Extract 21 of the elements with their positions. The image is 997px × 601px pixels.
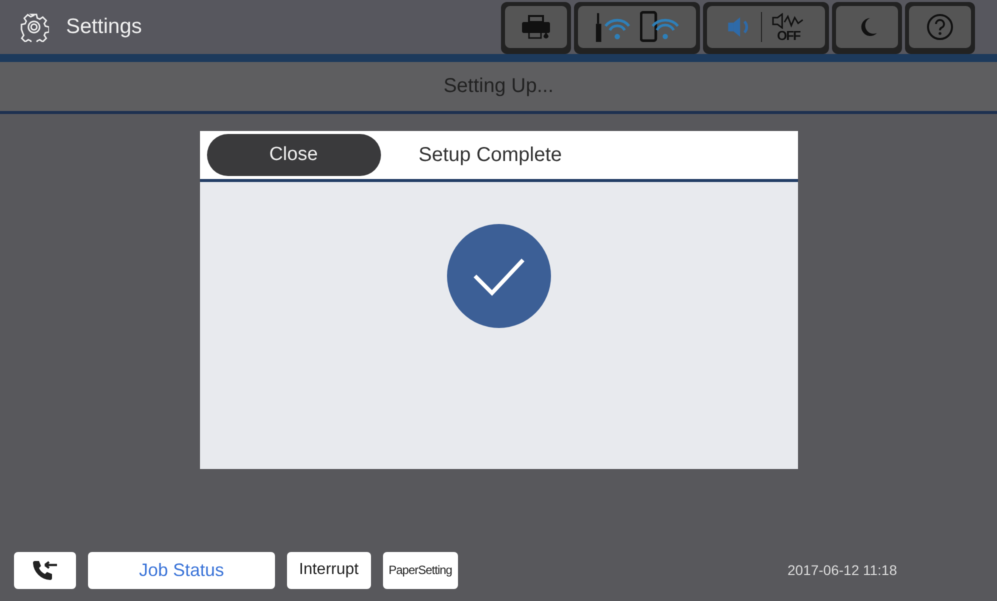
interrupt-button[interactable]: Interrupt	[287, 552, 371, 588]
date-time: 2017-06-12 11:18	[788, 562, 897, 578]
fax-button[interactable]	[14, 552, 76, 588]
printer-icon	[520, 15, 552, 39]
screen-title: Settings	[66, 15, 142, 39]
close-button[interactable]: Close	[206, 134, 380, 176]
dialog-title: Setup Complete	[418, 144, 562, 166]
phone-wifi-icon	[640, 11, 680, 43]
help-icon	[926, 13, 954, 41]
job-status-button[interactable]: Job Status	[88, 552, 275, 588]
paper-setting-button[interactable]: PaperSetting	[382, 552, 458, 588]
help-button[interactable]	[909, 6, 971, 48]
printer-status-button[interactable]	[505, 6, 567, 48]
off-label: OFF	[777, 28, 800, 42]
network-status-button[interactable]	[578, 6, 696, 48]
settings-icon	[19, 12, 49, 42]
router-wifi-icon	[594, 11, 632, 43]
sleep-button[interactable]	[836, 6, 898, 48]
phone-arrow-icon	[31, 559, 59, 581]
status-title: Setting Up...	[443, 75, 554, 98]
checkmark-icon	[446, 224, 550, 328]
